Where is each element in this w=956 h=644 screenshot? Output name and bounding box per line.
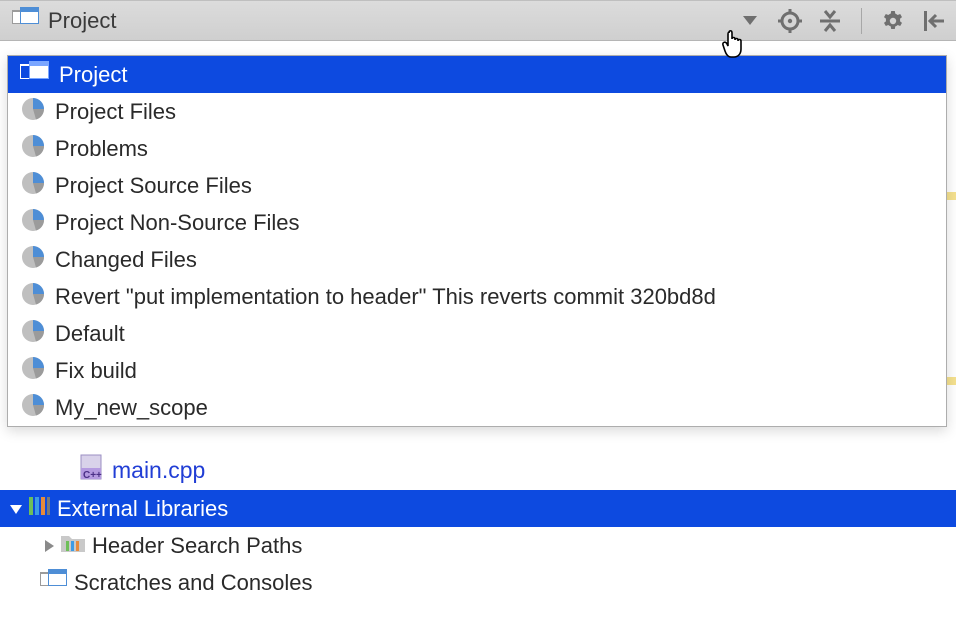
libraries-icon — [27, 495, 51, 523]
tree-node-scratches[interactable]: Scratches and Consoles — [0, 564, 956, 601]
view-option[interactable]: Fix build — [8, 352, 946, 389]
scope-pie-icon — [20, 244, 46, 276]
view-option[interactable]: Problems — [8, 130, 946, 167]
view-option-label: Revert "put implementation to header" Th… — [55, 284, 716, 310]
disclosure-down-icon[interactable] — [5, 502, 27, 516]
view-option-label: Project Source Files — [55, 173, 252, 199]
scope-pie-icon — [20, 170, 46, 202]
view-option-label: Default — [55, 321, 125, 347]
locate-icon[interactable] — [777, 8, 803, 34]
separator — [861, 8, 862, 34]
folder-lib-icon — [60, 532, 86, 560]
scope-pie-icon — [20, 96, 46, 128]
view-option[interactable]: Project — [8, 56, 946, 93]
scope-pie-icon — [20, 392, 46, 424]
gear-icon[interactable] — [880, 8, 906, 34]
tree-file-main-cpp[interactable]: C++ main.cpp — [0, 450, 956, 490]
project-icon — [12, 7, 40, 35]
view-option-label: Fix build — [55, 358, 137, 384]
view-option[interactable]: My_new_scope — [8, 389, 946, 426]
view-option-label: Project — [59, 62, 127, 88]
scope-pie-icon — [20, 318, 46, 350]
header-actions — [737, 1, 946, 40]
tree-node-label: External Libraries — [57, 496, 228, 522]
svg-text:C++: C++ — [83, 470, 102, 481]
tree-node-label: Scratches and Consoles — [74, 570, 312, 596]
view-option-label: Problems — [55, 136, 148, 162]
tree-file-label: main.cpp — [112, 457, 205, 484]
scope-pie-icon — [20, 281, 46, 313]
project-view-title[interactable]: Project — [48, 8, 116, 34]
view-selector-dropdown: Project Project Files Problems Project S… — [7, 55, 947, 427]
scratches-icon — [40, 569, 68, 597]
disclosure-right-icon[interactable] — [38, 539, 60, 553]
view-option[interactable]: Project Files — [8, 93, 946, 130]
view-option[interactable]: Revert "put implementation to header" Th… — [8, 278, 946, 315]
view-option-label: My_new_scope — [55, 395, 208, 421]
collapse-all-icon[interactable] — [817, 8, 843, 34]
view-option-label: Project Files — [55, 99, 176, 125]
view-option[interactable]: Changed Files — [8, 241, 946, 278]
scope-pie-icon — [20, 207, 46, 239]
project-tool-header: Project — [0, 0, 956, 41]
dropdown-trigger-icon[interactable] — [737, 8, 763, 34]
view-option[interactable]: Default — [8, 315, 946, 352]
scope-pie-icon — [20, 133, 46, 165]
view-option-label: Project Non-Source Files — [55, 210, 300, 236]
view-option[interactable]: Project Non-Source Files — [8, 204, 946, 241]
project-files-icon — [20, 60, 50, 90]
view-option-label: Changed Files — [55, 247, 197, 273]
view-option[interactable]: Project Source Files — [8, 167, 946, 204]
tree-node-header-paths[interactable]: Header Search Paths — [0, 527, 956, 564]
scope-pie-icon — [20, 355, 46, 387]
cpp-file-icon: C++ — [78, 453, 106, 487]
tree-node-label: Header Search Paths — [92, 533, 302, 559]
tree-node-external-libraries[interactable]: External Libraries — [0, 490, 956, 527]
hide-panel-icon[interactable] — [920, 8, 946, 34]
